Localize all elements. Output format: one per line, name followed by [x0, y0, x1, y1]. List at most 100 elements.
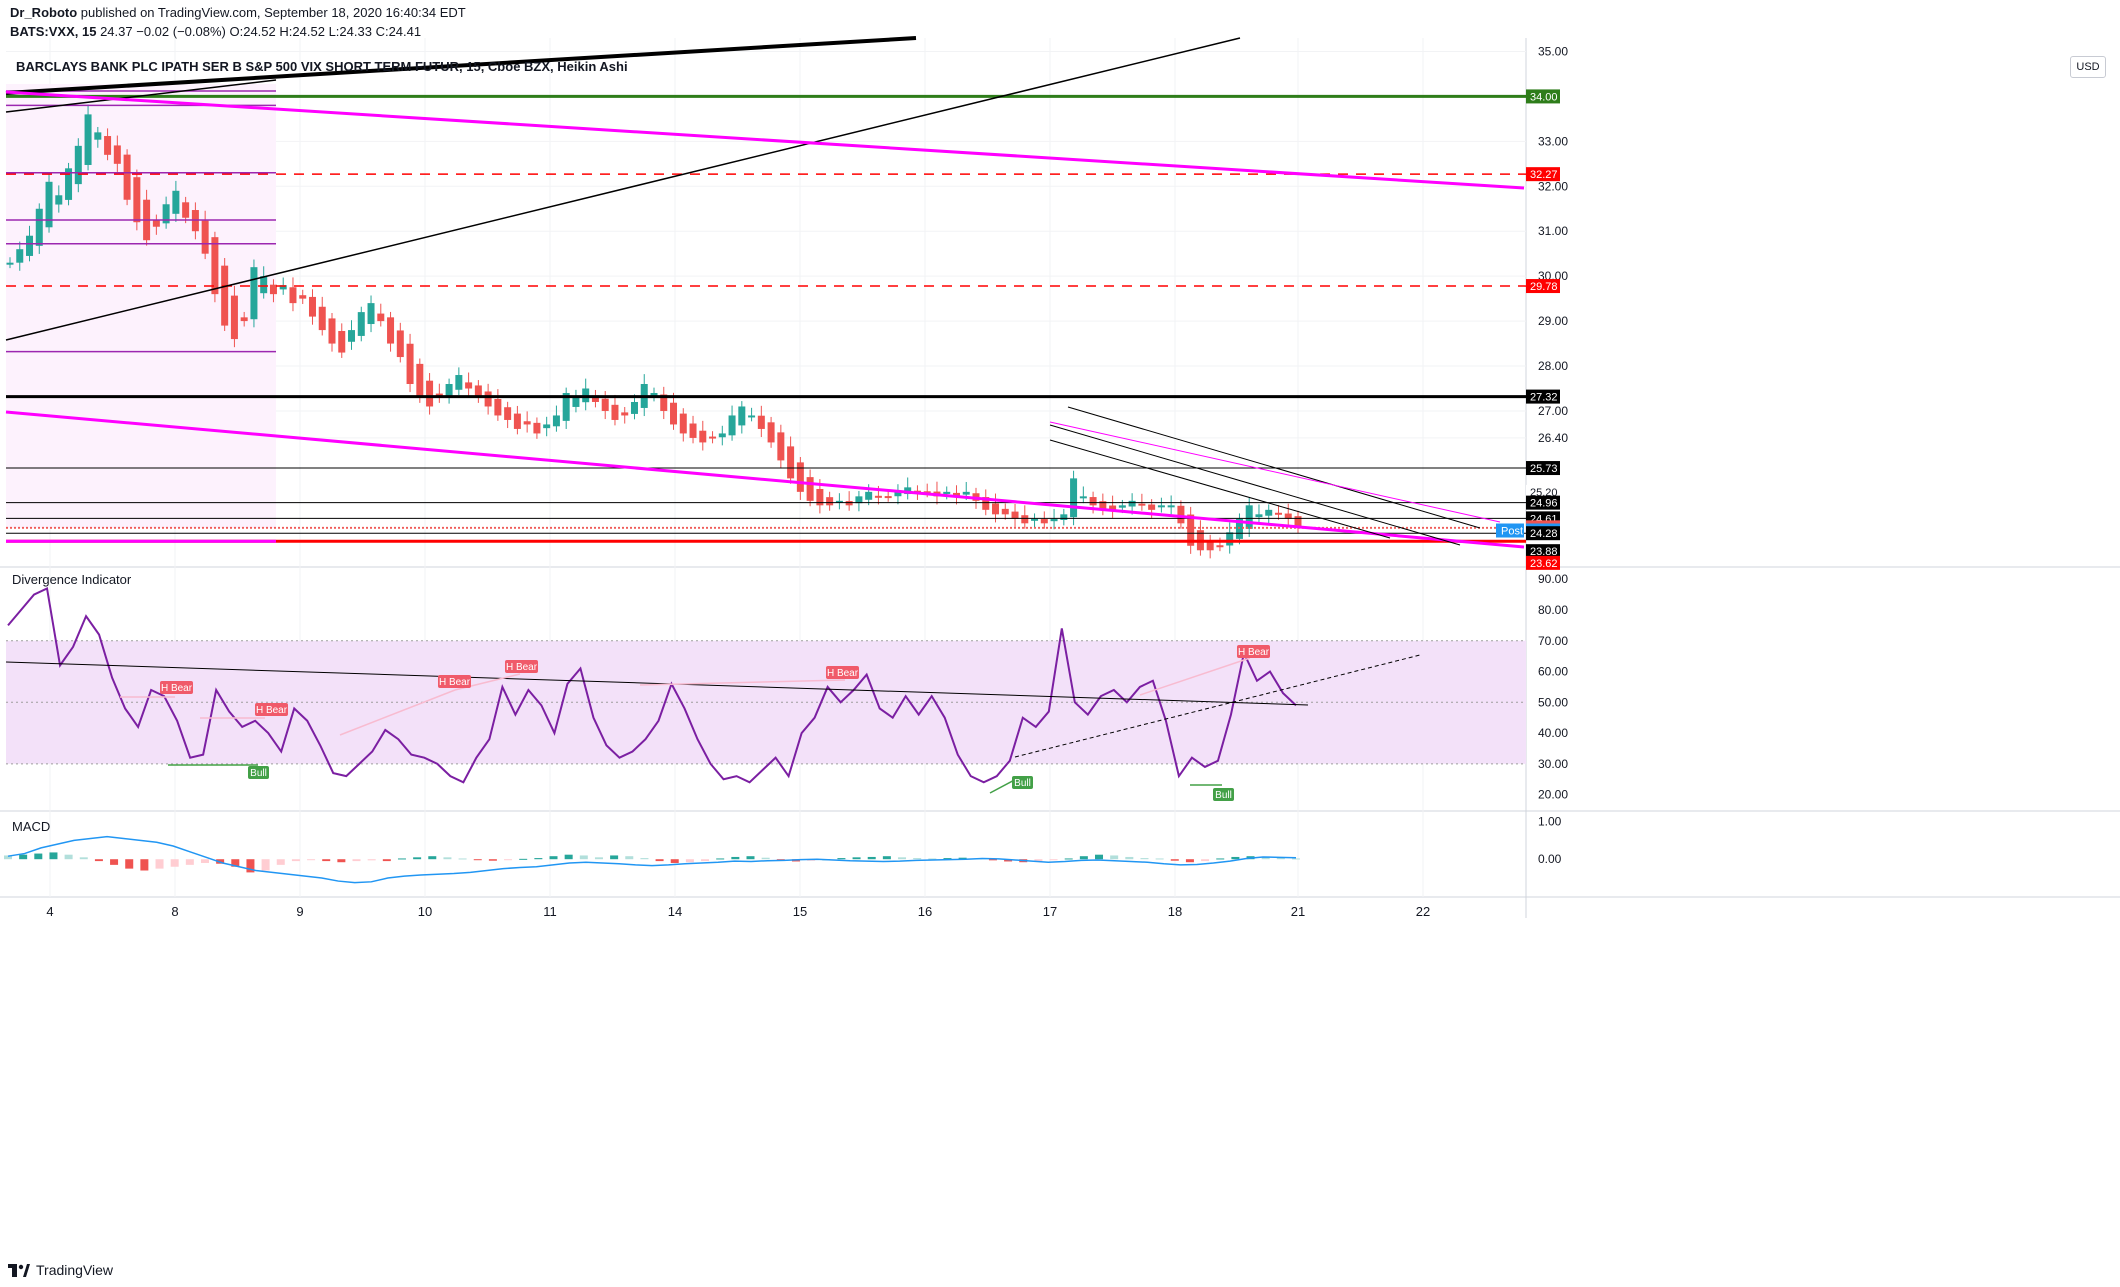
tradingview-footer[interactable]: TradingView: [8, 1262, 113, 1278]
macd-histogram-bar: [640, 858, 649, 860]
macd-histogram-bar: [49, 852, 58, 860]
macd-histogram-bar: [397, 858, 406, 860]
macd-histogram-bar: [322, 859, 331, 862]
open-value: O:24.52: [229, 24, 276, 39]
macd-histogram-bar: [1155, 858, 1164, 860]
macd-histogram-bar: [701, 859, 710, 862]
macd-histogram-bar: [261, 859, 270, 871]
y-tick-label: 35.00: [1538, 44, 1568, 58]
candle-body: [1021, 515, 1029, 524]
candle-body: [679, 413, 687, 434]
macd-histogram-bar: [716, 858, 725, 860]
y-tick-label: 32.00: [1538, 179, 1568, 193]
candle-body: [689, 423, 697, 438]
candle-body: [748, 415, 756, 418]
close-value: C:24.41: [375, 24, 422, 39]
macd-histogram-bar: [34, 853, 43, 860]
macd-histogram-bar: [610, 855, 619, 860]
macd-histogram-bar: [1201, 859, 1210, 862]
candle-body: [1157, 505, 1165, 508]
candle-body: [1128, 500, 1136, 507]
candle-body: [1031, 518, 1039, 521]
price-label: 24.96: [1530, 498, 1558, 510]
candle-body: [367, 303, 375, 325]
macd-histogram-bar: [428, 856, 437, 860]
macd-histogram-bar: [504, 859, 513, 861]
candle-body: [523, 421, 531, 425]
macd-histogram-bar: [110, 859, 119, 865]
candle-body: [26, 235, 34, 256]
macd-histogram-bar: [276, 859, 285, 865]
price-label: 34.00: [1530, 91, 1558, 103]
candle-body: [1167, 505, 1175, 508]
symbol-text: BATS:VXX, 15: [10, 24, 97, 39]
candle-body: [16, 249, 24, 263]
macd-histogram-bar: [155, 859, 164, 869]
macd-histogram-bar: [594, 857, 603, 860]
candle-body: [621, 412, 629, 416]
macd-histogram-bar: [488, 859, 497, 861]
footer-label: TradingView: [36, 1262, 114, 1278]
candle-body: [670, 402, 678, 425]
macd-histogram-bar: [670, 859, 679, 863]
signal-label: H Bear: [256, 705, 288, 716]
macd-histogram-bar: [898, 857, 907, 860]
candle-body: [152, 219, 160, 227]
published-text: published on TradingView.com, September …: [80, 5, 466, 20]
candle-body: [250, 267, 258, 320]
candle-body: [1138, 503, 1146, 506]
candle-body: [494, 398, 502, 416]
candle-body: [1118, 505, 1126, 508]
candle-body: [201, 220, 209, 254]
candle-body: [611, 404, 619, 420]
osc-tick-label: 30.00: [1538, 757, 1568, 771]
candle-body: [1050, 518, 1058, 522]
candle-body: [260, 276, 268, 294]
macd-histogram-bar: [519, 858, 528, 860]
osc-tick-label: 60.00: [1538, 665, 1568, 679]
macd-histogram-bar: [1140, 858, 1149, 860]
macd-histogram-bar: [579, 855, 588, 860]
macd-histogram-bar: [867, 856, 876, 860]
candle-body: [1177, 505, 1185, 524]
macd-histogram-bar: [549, 856, 558, 860]
candle-body: [1011, 511, 1019, 519]
candle-body: [416, 363, 424, 398]
author-name[interactable]: Dr_Roboto: [10, 5, 77, 20]
candle-body: [543, 424, 551, 429]
macd-histogram-bar: [1049, 859, 1058, 861]
macd-histogram-bar: [79, 857, 88, 860]
x-tick-label: 14: [668, 904, 682, 919]
candle-body: [796, 462, 804, 492]
candle-body: [104, 136, 112, 155]
macd-histogram-bar: [64, 854, 73, 860]
currency-badge[interactable]: USD: [2070, 56, 2106, 78]
downtrend-channel: [1067, 406, 1481, 529]
macd-histogram-bar: [852, 857, 861, 860]
candle-body: [787, 446, 795, 479]
candle-body: [377, 313, 385, 322]
candle-body: [1070, 478, 1078, 518]
signal-label: Bull: [1014, 778, 1031, 789]
macd-histogram-bar: [685, 859, 694, 863]
candle-body: [552, 415, 560, 427]
x-tick-label: 15: [793, 904, 807, 919]
macd-histogram-bar: [19, 854, 28, 860]
candle-body: [230, 295, 238, 340]
candle-body: [308, 296, 316, 317]
candle-body: [992, 503, 1000, 515]
x-tick-label: 22: [1416, 904, 1430, 919]
candle-body: [318, 306, 326, 331]
candle-body: [1245, 505, 1253, 529]
chart-canvas[interactable]: Divergence Indicator H Bear H Bear H Bear H …: [0, 0, 2120, 1287]
candle-body: [240, 317, 248, 322]
publish-info: Dr_Roboto published on TradingView.com, …: [10, 5, 466, 20]
signal-label: H Bear: [1238, 647, 1270, 658]
candle-body: [1089, 497, 1097, 506]
candle-body: [133, 177, 141, 223]
macd-histogram-bar: [443, 857, 452, 860]
candle-body: [172, 190, 180, 214]
candle-body: [845, 501, 853, 506]
x-tick-label: 11: [543, 904, 557, 919]
candle-body: [572, 397, 580, 407]
